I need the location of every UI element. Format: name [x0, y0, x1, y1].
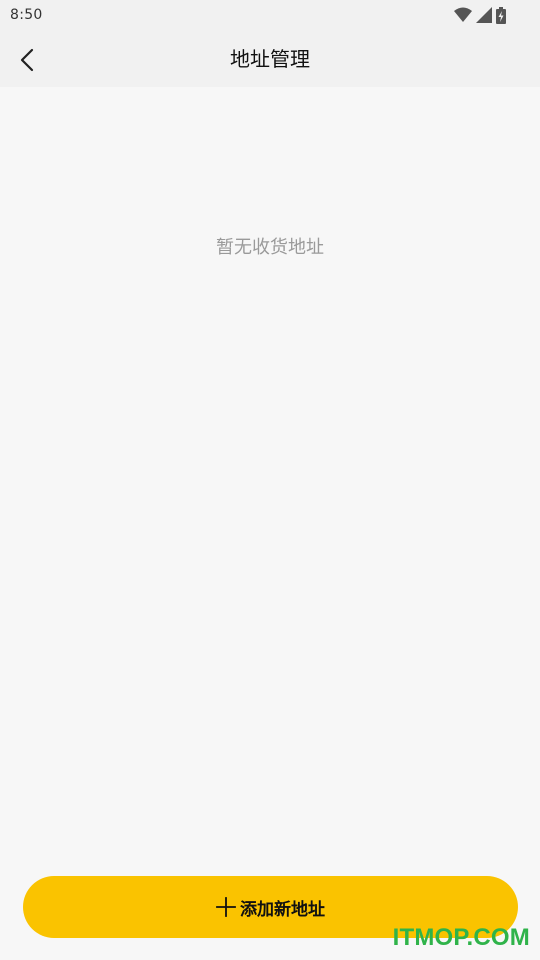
empty-address-message: 暂无收货地址 — [216, 237, 324, 258]
add-new-address-label: 添加新地址 — [240, 899, 325, 920]
address-management-screen: 8:50 地址管理 暂无收货地址 添加新地址 ITMOP.COM — [0, 0, 540, 960]
header-bar: 地址管理 — [0, 32, 540, 87]
status-time: 8:50 — [10, 7, 43, 23]
watermark-text: ITMOP.COM — [392, 924, 530, 951]
battery-charging-icon — [496, 6, 506, 24]
wifi-icon — [454, 7, 472, 22]
status-icons — [454, 6, 506, 24]
status-bar: 8:50 — [0, 0, 540, 32]
chevron-left-icon — [20, 48, 34, 72]
cellular-signal-icon — [476, 7, 492, 23]
back-button[interactable] — [8, 41, 46, 79]
plus-icon — [216, 897, 236, 917]
page-title: 地址管理 — [230, 47, 310, 71]
